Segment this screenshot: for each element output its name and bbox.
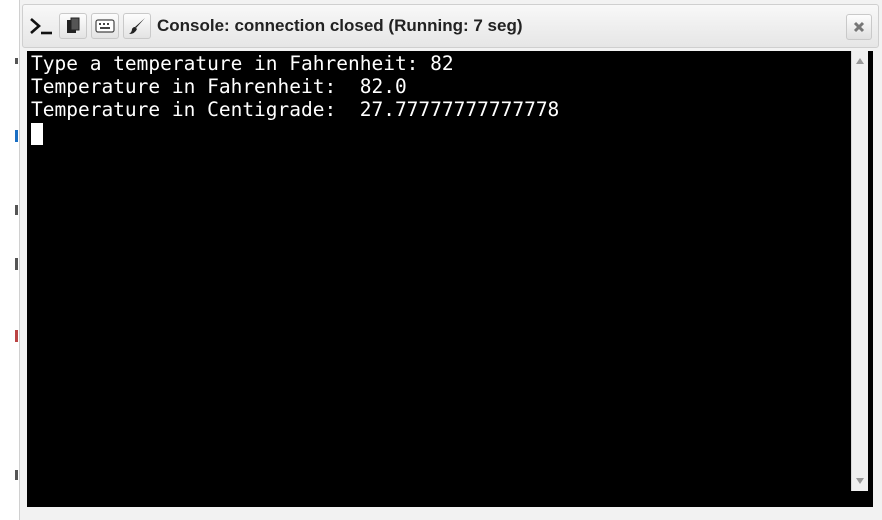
window-title: Console: connection closed (Running: 7 s…	[157, 16, 523, 35]
console-output[interactable]: Type a temperature in Fahrenheit: 82 Tem…	[27, 51, 873, 507]
console-window: Console: connection closed (Running: 7 s…	[19, 0, 882, 520]
background-page-strip	[0, 0, 19, 520]
console-line: Temperature in Fahrenheit: 82.0	[31, 75, 407, 98]
background-mark	[15, 330, 18, 342]
console-scrollbar[interactable]	[851, 51, 868, 491]
text-cursor	[31, 123, 43, 145]
brush-icon[interactable]	[123, 13, 151, 39]
close-icon	[853, 21, 865, 33]
chevron-up-icon	[856, 58, 864, 64]
background-mark	[15, 470, 18, 480]
terminal-icon[interactable]	[27, 13, 55, 39]
background-mark	[15, 58, 18, 64]
console-line: Type a temperature in Fahrenheit: 82	[31, 52, 454, 75]
background-mark	[15, 205, 18, 215]
keyboard-icon[interactable]	[91, 13, 119, 39]
close-button[interactable]	[846, 14, 872, 40]
console-cursor-line	[31, 121, 873, 145]
chevron-down-icon	[856, 478, 864, 484]
scroll-down-arrow[interactable]	[852, 473, 868, 489]
background-mark	[15, 130, 18, 142]
console-line: Temperature in Centigrade: 27.7777777777…	[31, 98, 560, 121]
background-mark	[15, 258, 18, 270]
console-titlebar: Console: connection closed (Running: 7 s…	[22, 4, 879, 48]
scroll-up-arrow[interactable]	[852, 53, 868, 69]
clipboard-icon[interactable]	[59, 13, 87, 39]
